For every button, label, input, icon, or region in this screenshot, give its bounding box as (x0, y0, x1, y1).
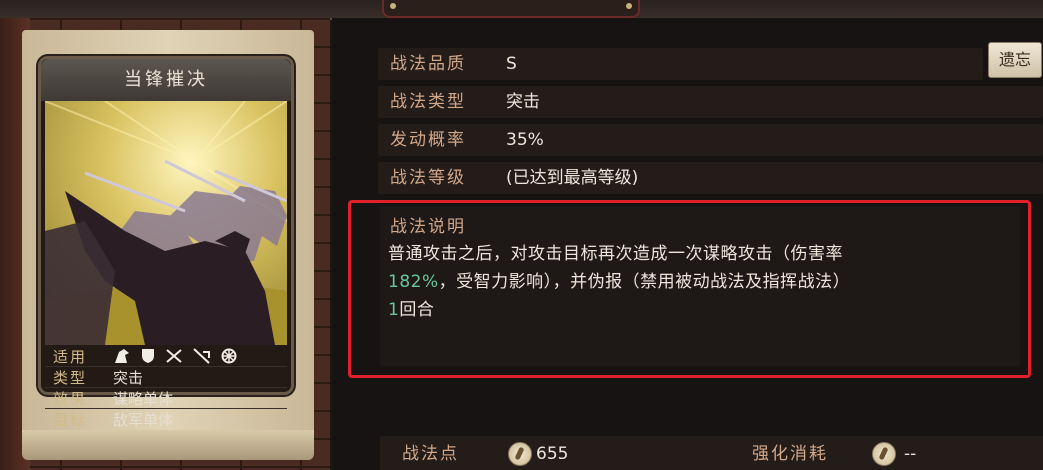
card-stats: 适用 类型 突击 效果 谋略单体 目标 敌军单体 (45, 346, 287, 429)
stat-value: 敌军单体 (113, 410, 174, 429)
stat-value: 谋略单体 (113, 389, 174, 408)
rate-row: 发动概率 35% (378, 124, 1043, 156)
quality-label: 战法品质 (390, 54, 466, 74)
cavalry-charge-art (45, 101, 287, 345)
cost-value: -- (904, 444, 917, 464)
stat-value: 突击 (113, 368, 144, 387)
stat-row-target: 目标 敌军单体 (45, 409, 287, 429)
cost-label: 强化消耗 (752, 444, 828, 464)
stat-label: 效果 (53, 389, 88, 408)
quality-value: S (506, 54, 517, 74)
scroll-roller (22, 430, 314, 460)
rate-value: 35% (506, 130, 544, 150)
rate-label: 发动概率 (390, 130, 466, 150)
level-label: 战法等级 (390, 168, 466, 188)
forget-button[interactable]: 遗忘 (988, 42, 1042, 78)
cavalry-icon (115, 349, 129, 363)
shield-icon (142, 349, 154, 363)
footer-bar (380, 436, 1043, 470)
stat-label: 类型 (53, 368, 88, 387)
points-value: 655 (536, 444, 569, 464)
bow-icon (193, 348, 210, 364)
card-title: 当锋摧决 (41, 59, 291, 101)
type-row: 战法类型 突击 (378, 86, 1043, 118)
tactic-point-icon (872, 442, 896, 466)
quality-row: 战法品质 S (378, 48, 983, 80)
wheel-icon (221, 348, 237, 364)
stat-label: 适用 (53, 347, 88, 366)
level-row: 战法等级 (已达到最高等级) (378, 162, 1043, 194)
tactic-card[interactable]: 当锋摧决 适用 类型 突击 效果 谋略单体 目标 敌军单体 (38, 56, 294, 429)
stat-row-apply: 适用 (45, 346, 287, 367)
stat-row-type: 类型 突击 (45, 367, 287, 388)
type-value: 突击 (506, 92, 540, 112)
type-label: 战法类型 (390, 92, 466, 112)
level-value: (已达到最高等级) (506, 168, 639, 188)
stat-label: 目标 (53, 410, 88, 429)
stat-row-effect: 效果 谋略单体 (45, 388, 287, 409)
top-ornament (382, 0, 640, 18)
tactic-point-icon (508, 442, 532, 466)
crossed-spears-icon (166, 349, 182, 363)
points-label: 战法点 (402, 444, 459, 464)
highlight-frame (348, 200, 1031, 378)
